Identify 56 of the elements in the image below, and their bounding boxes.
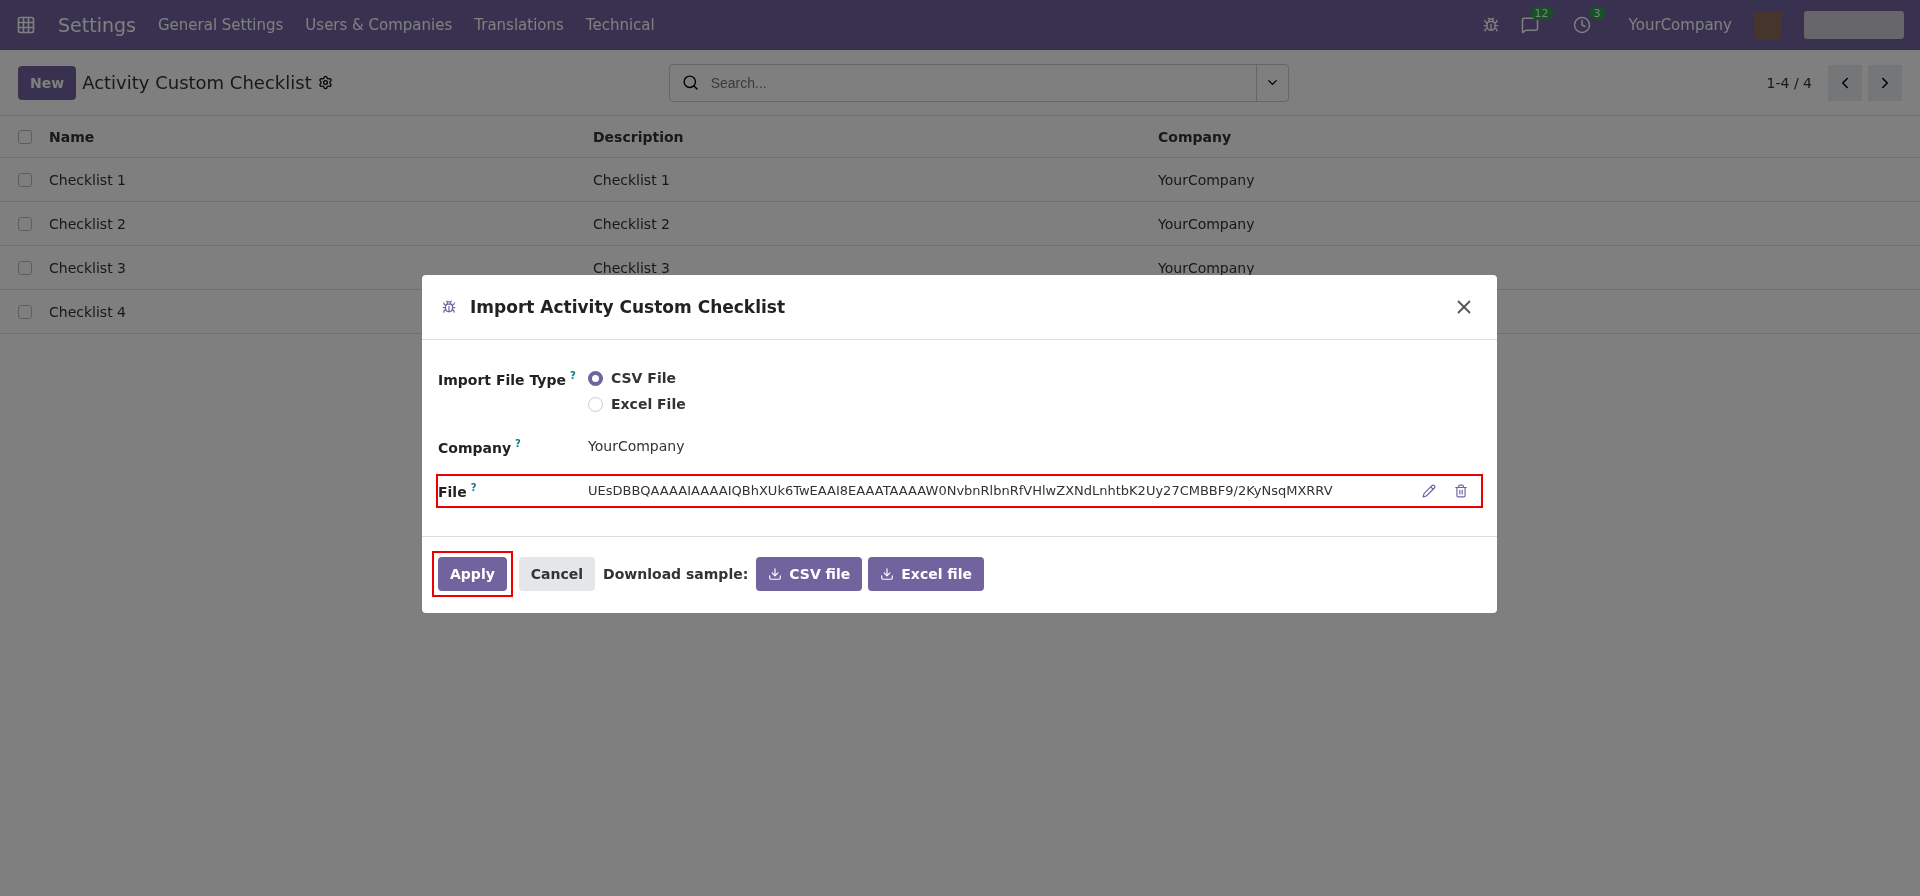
menu-item[interactable]: Translations [474,16,564,34]
table-cell: Checklist 2 [49,215,126,232]
download-sample-button[interactable]: CSV file [756,556,863,591]
row-checkbox[interactable] [18,216,32,231]
message-count: 12 [1530,7,1553,20]
app-name[interactable]: Settings [58,14,136,36]
table-cell: Checklist 1 [49,171,126,188]
row-checkbox[interactable] [18,172,32,187]
gear-icon[interactable] [317,75,333,90]
download-icon [880,566,895,581]
table-cell: YourCompany [1158,259,1255,276]
row-checkbox[interactable] [18,260,32,275]
select-all-checkbox[interactable] [18,129,32,144]
apply-button[interactable]: Apply [438,556,507,591]
cancel-button[interactable]: Cancel [518,556,596,591]
table-cell: Checklist 3 [49,259,126,276]
download-icon [768,566,783,581]
row-checkbox[interactable] [18,304,32,319]
field-label: Company $^{?}$ [438,438,522,456]
search-input[interactable]: Search... [708,73,1246,92]
dialog-title: Import Activity Custom Checklist [470,297,787,317]
radio-icon[interactable] [588,370,603,386]
radio-option[interactable]: Excel File [588,396,1481,412]
column-header[interactable]: Company [1158,128,1232,145]
previous-button[interactable] [1828,64,1862,101]
menu-item[interactable]: General Settings [157,16,284,34]
search-icon [681,74,699,91]
apps-menu-icon[interactable] [16,15,36,35]
bug-icon [442,300,456,314]
new-button[interactable]: New [18,65,77,100]
table-cell: Checklist 1 [593,171,670,188]
page-title: Activity Custom Checklist [82,72,312,93]
company-name[interactable]: YourCompany [1628,16,1732,34]
field-label: Import File Type $^{?}$ [438,370,577,388]
bug-icon[interactable] [1482,17,1499,33]
table-cell: Checklist 4 [49,303,126,320]
column-header[interactable]: Name [49,128,95,145]
next-button[interactable] [1868,64,1902,101]
column-header[interactable]: Description [593,128,684,145]
download-label: Download sample: [603,565,749,582]
download-sample-button[interactable]: Excel file [868,556,984,591]
search-field[interactable]: Search... [668,63,1289,102]
table-cell: YourCompany [1158,171,1255,188]
chat-icon[interactable] [1520,16,1539,34]
radio-option[interactable]: CSV File [588,370,1481,386]
clock-icon[interactable] [1572,16,1591,34]
menu-item[interactable]: Users & Companies [305,16,453,34]
pager: 1-4 / 4 [1766,74,1812,91]
company-value: YourCompany [588,438,686,454]
field-label: File $^{?}$ [438,481,478,500]
activity-count: 3 [1589,7,1605,20]
table-cell: YourCompany [1158,215,1255,232]
table-cell: Checklist 3 [593,259,670,276]
menu-item[interactable]: Technical [585,16,655,34]
file-value: UEsDBBQAAAAIAAAAIQBhXUk6TwEAAI8EAAATAAAAW0NvbnRlbnRfVHlwZXNdLnhtbK2Uy27CMBBF9/2KyNsqMXRRV [588,483,1334,499]
table-cell: Checklist 2 [593,215,670,232]
